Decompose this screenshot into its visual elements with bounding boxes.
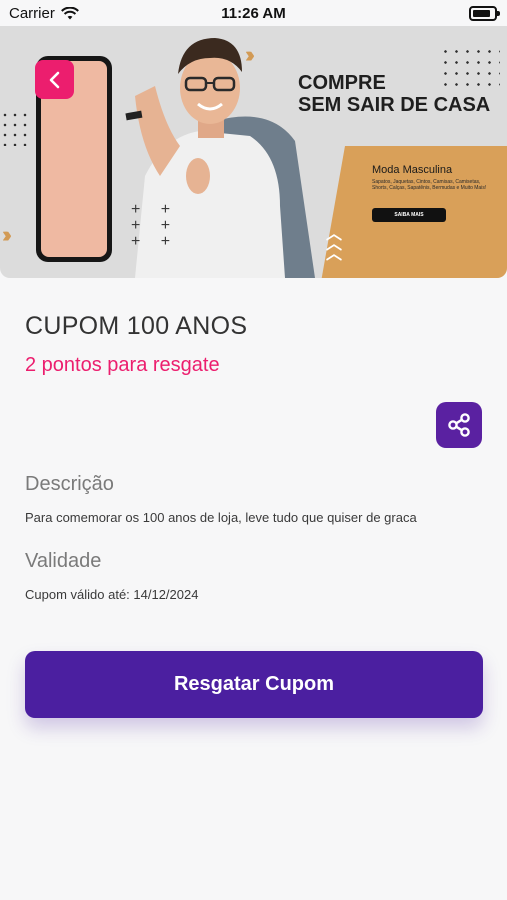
banner-headline-line1: COMPRE (298, 72, 386, 94)
share-icon (448, 413, 470, 437)
banner-plus-pattern: + + + + + + (131, 201, 179, 250)
share-button[interactable] (436, 402, 482, 448)
banner-saiba-mais-label: SAIBA MAIS (372, 208, 446, 222)
status-bar: Carrier 11:26 AM (0, 0, 507, 26)
chevron-left-icon (49, 71, 59, 88)
coupon-points: 2 pontos para resgate (25, 354, 220, 376)
validity-heading: Validade (25, 550, 102, 572)
description-heading: Descrição (25, 473, 114, 495)
banner-category-description: Sapatos, Jaquetas, Cintos, Camisas, Cami… (372, 179, 487, 191)
banner-arrows-decoration-left: ››› (2, 222, 12, 247)
battery-icon (469, 6, 500, 21)
banner-chevrons-up: ︿ ︿ ︿ (326, 226, 343, 263)
banner-headline-line2: SEM SAIR DE CASA (298, 94, 491, 116)
coupon-banner-image: ››› ››› + + + + + + ︿ ︿ ︿ COMPRE SEM SAIR DE… (0, 26, 507, 278)
redeem-coupon-button[interactable]: Resgatar Cupom (25, 651, 483, 718)
status-time: 11:26 AM (221, 5, 286, 22)
description-text: Para comemorar os 100 anos de loja, leve… (25, 510, 417, 525)
banner-category-title: Moda Masculina (372, 164, 453, 176)
validity-text: Cupom válido até: 14/12/2024 (25, 587, 199, 602)
coupon-title: CUPOM 100 ANOS (25, 312, 248, 340)
back-button[interactable] (35, 60, 74, 99)
banner-dots-pattern-left (0, 110, 30, 146)
banner-headline: COMPRE SEM SAIR DE CASA (298, 72, 490, 116)
